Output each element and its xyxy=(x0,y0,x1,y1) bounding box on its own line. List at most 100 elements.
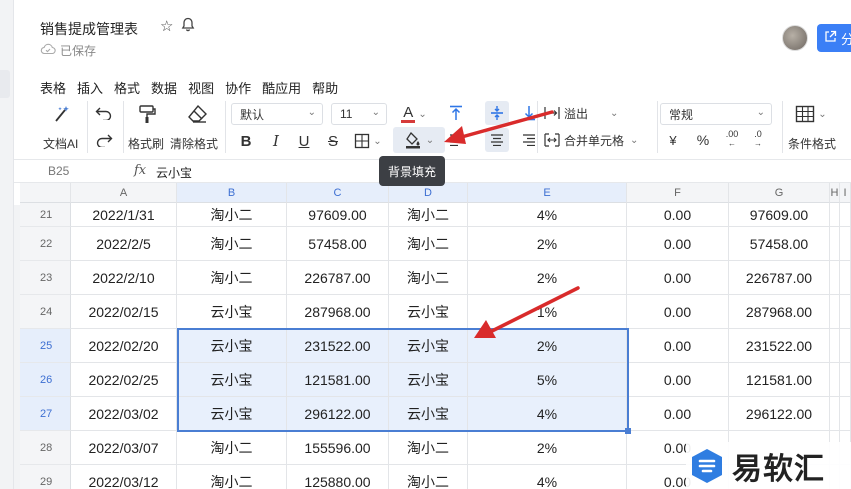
fill-handle[interactable] xyxy=(625,428,631,434)
table-cell[interactable]: 4% xyxy=(468,203,627,227)
table-cell[interactable]: 淘小二 xyxy=(389,203,468,227)
table-cell[interactable]: 2022/2/10 xyxy=(71,261,177,295)
format-painter-label[interactable]: 格式刷 xyxy=(128,135,164,152)
table-cell[interactable] xyxy=(830,397,840,431)
table-cell[interactable]: 97609.00 xyxy=(287,203,389,227)
table-cell[interactable]: 0.00 xyxy=(627,261,729,295)
table-cell[interactable]: 226787.00 xyxy=(287,261,389,295)
table-cell[interactable]: 296122.00 xyxy=(729,397,830,431)
table-cell[interactable]: 云小宝 xyxy=(389,329,468,363)
table-cell[interactable]: 2022/02/25 xyxy=(71,363,177,397)
table-cell[interactable]: 97609.00 xyxy=(729,203,830,227)
font-family-select[interactable]: 默认 ⌄ xyxy=(231,103,323,125)
table-cell[interactable]: 121581.00 xyxy=(729,363,830,397)
italic-button[interactable]: I xyxy=(266,130,286,152)
table-cell[interactable]: 0.00 xyxy=(627,203,729,227)
table-cell[interactable]: 2% xyxy=(468,431,627,465)
bell-icon[interactable] xyxy=(181,17,195,36)
document-title[interactable]: 销售提成管理表 xyxy=(40,19,138,39)
merge-cells-button[interactable]: 合并单元格 ⌄ xyxy=(544,130,654,150)
eraser-icon[interactable] xyxy=(186,103,208,125)
row-header[interactable]: 21 xyxy=(20,203,71,227)
table-cell[interactable]: 2022/2/5 xyxy=(71,227,177,261)
row-header[interactable]: 27 xyxy=(20,397,71,431)
table-cell[interactable]: 287968.00 xyxy=(729,295,830,329)
table-cell[interactable] xyxy=(830,329,840,363)
menu-help[interactable]: 帮助 xyxy=(312,78,338,97)
table-cell[interactable]: 2022/03/02 xyxy=(71,397,177,431)
table-cell[interactable]: 云小宝 xyxy=(389,295,468,329)
conditional-format-button[interactable]: ⌄ xyxy=(791,103,831,125)
menu-data[interactable]: 数据 xyxy=(151,78,177,97)
table-cell[interactable]: 2022/02/20 xyxy=(71,329,177,363)
table-cell[interactable]: 226787.00 xyxy=(729,261,830,295)
underline-button[interactable]: U xyxy=(294,130,314,152)
table-cell[interactable] xyxy=(840,363,851,397)
row-header[interactable]: 24 xyxy=(20,295,71,329)
menu-insert[interactable]: 插入 xyxy=(77,78,103,97)
menu-collab[interactable]: 协作 xyxy=(225,78,251,97)
table-cell[interactable]: 155596.00 xyxy=(287,431,389,465)
table-cell[interactable] xyxy=(840,397,851,431)
table-cell[interactable]: 121581.00 xyxy=(287,363,389,397)
menu-view[interactable]: 视图 xyxy=(188,78,214,97)
table-cell[interactable]: 淘小二 xyxy=(389,261,468,295)
table-cell[interactable]: 287968.00 xyxy=(287,295,389,329)
decrease-decimal-button[interactable]: .0 → xyxy=(747,128,769,150)
table-cell[interactable]: 2022/02/15 xyxy=(71,295,177,329)
side-strip-tab[interactable] xyxy=(0,70,10,98)
table-cell[interactable]: 淘小二 xyxy=(389,227,468,261)
table-cell[interactable]: 淘小二 xyxy=(389,431,468,465)
table-cell[interactable]: 云小宝 xyxy=(177,329,287,363)
table-cell[interactable]: 2022/1/31 xyxy=(71,203,177,227)
table-cell[interactable]: 淘小二 xyxy=(177,465,287,489)
conditional-format-label[interactable]: 条件格式 xyxy=(788,135,836,152)
table-cell[interactable]: 0.00 xyxy=(627,397,729,431)
font-size-select[interactable]: 11 ⌄ xyxy=(331,103,387,125)
table-cell[interactable]: 2022/03/12 xyxy=(71,465,177,489)
table-cell[interactable] xyxy=(830,363,840,397)
table-cell[interactable]: 0.00 xyxy=(627,295,729,329)
column-header-c[interactable]: C xyxy=(287,183,389,203)
table-cell[interactable] xyxy=(840,203,851,227)
table-cell[interactable]: 2% xyxy=(468,227,627,261)
column-header-f[interactable]: F xyxy=(627,183,729,203)
table-cell[interactable]: 2022/03/07 xyxy=(71,431,177,465)
bold-button[interactable]: B xyxy=(236,130,256,152)
column-header-e[interactable]: E xyxy=(468,183,627,203)
ai-sparkle-icon[interactable] xyxy=(51,103,73,125)
percent-button[interactable]: % xyxy=(694,130,712,150)
table-cell[interactable]: 296122.00 xyxy=(287,397,389,431)
select-all-corner[interactable] xyxy=(20,183,71,203)
menu-format[interactable]: 格式 xyxy=(114,78,140,97)
borders-button[interactable]: ⌄ xyxy=(350,130,386,152)
table-cell[interactable]: 淘小二 xyxy=(389,465,468,489)
table-cell[interactable]: 231522.00 xyxy=(729,329,830,363)
column-header-a[interactable]: A xyxy=(71,183,177,203)
menu-apps[interactable]: 酷应用 xyxy=(262,78,301,97)
currency-button[interactable]: ¥ xyxy=(664,130,682,150)
table-cell[interactable]: 淘小二 xyxy=(177,431,287,465)
table-cell[interactable]: 57458.00 xyxy=(729,227,830,261)
table-cell[interactable] xyxy=(840,329,851,363)
table-cell[interactable] xyxy=(840,261,851,295)
row-header[interactable]: 29 xyxy=(20,465,71,489)
menu-table[interactable]: 表格 xyxy=(40,78,66,97)
column-header-g[interactable]: G xyxy=(729,183,830,203)
table-cell[interactable]: 淘小二 xyxy=(177,227,287,261)
row-header[interactable]: 28 xyxy=(20,431,71,465)
star-icon[interactable]: ☆ xyxy=(160,17,173,36)
formula-input[interactable]: 云小宝 xyxy=(156,164,192,181)
ai-label[interactable]: 文档AI xyxy=(43,135,78,152)
increase-decimal-button[interactable]: .00 ← xyxy=(721,128,743,150)
table-cell[interactable]: 57458.00 xyxy=(287,227,389,261)
table-cell[interactable]: 0.00 xyxy=(627,227,729,261)
table-cell[interactable]: 云小宝 xyxy=(177,397,287,431)
format-painter-icon[interactable] xyxy=(136,103,158,125)
background-fill-button[interactable]: ⌄ xyxy=(393,127,445,153)
table-cell[interactable]: 231522.00 xyxy=(287,329,389,363)
row-header[interactable]: 25 xyxy=(20,329,71,363)
strikethrough-button[interactable]: S xyxy=(323,130,343,152)
column-header-b[interactable]: B xyxy=(177,183,287,203)
table-cell[interactable]: 云小宝 xyxy=(177,363,287,397)
